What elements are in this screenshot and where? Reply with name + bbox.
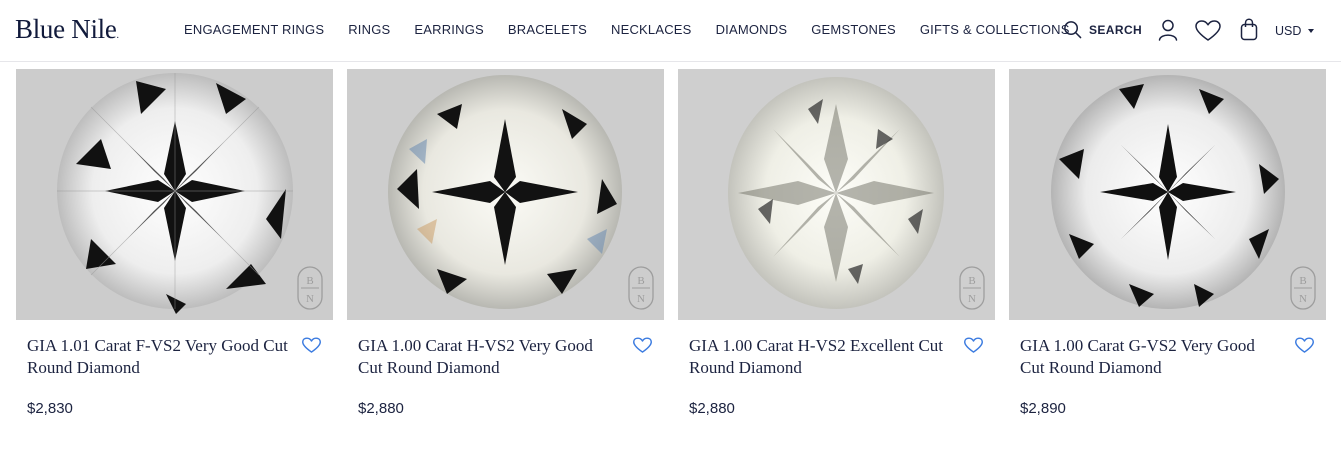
nav-item-diamonds[interactable]: DIAMONDS — [716, 22, 788, 37]
product-image[interactable]: B N — [16, 69, 333, 320]
brand-logo-text: Blue Nile — [15, 14, 117, 44]
search-label: SEARCH — [1089, 22, 1143, 37]
heart-icon[interactable] — [1295, 337, 1314, 354]
svg-text:N: N — [637, 293, 645, 305]
nav-item-earrings[interactable]: EARRINGS — [414, 22, 484, 37]
product-card[interactable]: B N GIA 1.00 Carat G-VS2 Very Good Cut R… — [1009, 69, 1326, 429]
svg-text:N: N — [306, 293, 314, 305]
currency-label: USD — [1275, 24, 1302, 38]
svg-text:N: N — [1299, 293, 1307, 305]
search-icon — [1064, 21, 1082, 39]
account-icon[interactable] — [1158, 19, 1178, 41]
product-title[interactable]: GIA 1.00 Carat H-VS2 Excellent Cut Round… — [689, 335, 951, 379]
nav-item-engagement-rings[interactable]: ENGAGEMENT RINGS — [184, 22, 324, 37]
wishlist-icon[interactable] — [1195, 20, 1221, 42]
nav-item-gemstones[interactable]: GEMSTONES — [811, 22, 896, 37]
main-nav: ENGAGEMENT RINGS RINGS EARRINGS BRACELET… — [184, 22, 1094, 37]
header-utilities: SEARCH USD — [1051, 0, 1341, 62]
nav-item-rings[interactable]: RINGS — [348, 22, 390, 37]
diamond-image: B N — [16, 69, 333, 320]
product-title[interactable]: GIA 1.00 Carat G-VS2 Very Good Cut Round… — [1020, 335, 1282, 379]
product-card[interactable]: B N GIA 1.01 Carat F-VS2 Very Good Cut R… — [16, 69, 333, 429]
nav-item-bracelets[interactable]: BRACELETS — [508, 22, 587, 37]
diamond-image: B N — [1009, 69, 1326, 320]
product-price: $2,830 — [27, 400, 73, 417]
svg-text:B: B — [637, 275, 644, 287]
heart-icon[interactable] — [633, 337, 652, 354]
product-price: $2,880 — [689, 400, 735, 417]
product-image[interactable]: B N — [1009, 69, 1326, 320]
product-title[interactable]: GIA 1.01 Carat F-VS2 Very Good Cut Round… — [27, 335, 289, 379]
product-image[interactable]: B N — [347, 69, 664, 320]
nav-item-necklaces[interactable]: NECKLACES — [611, 22, 692, 37]
product-card[interactable]: B N GIA 1.00 Carat H-VS2 Excellent Cut R… — [678, 69, 995, 429]
svg-text:B: B — [968, 275, 975, 287]
search-button[interactable]: SEARCH — [1063, 20, 1142, 39]
svg-text:B: B — [1299, 275, 1306, 287]
diamond-image: B N — [678, 69, 995, 320]
diamond-image: B N — [347, 69, 664, 320]
product-image[interactable]: B N — [678, 69, 995, 320]
product-title[interactable]: GIA 1.00 Carat H-VS2 Very Good Cut Round… — [358, 335, 620, 379]
chevron-down-icon — [1308, 29, 1315, 33]
bag-icon[interactable] — [1240, 18, 1258, 41]
product-price: $2,890 — [1020, 400, 1066, 417]
brand-logo[interactable]: Blue Nile. — [15, 14, 119, 45]
site-header: Blue Nile. ENGAGEMENT RINGS RINGS EARRIN… — [0, 0, 1341, 62]
heart-icon[interactable] — [302, 337, 321, 354]
currency-selector[interactable]: USD — [1275, 24, 1315, 38]
nav-item-gifts-collections[interactable]: GIFTS & COLLECTIONS — [920, 22, 1070, 37]
svg-text:B: B — [306, 275, 313, 287]
heart-icon[interactable] — [964, 337, 983, 354]
product-price: $2,880 — [358, 400, 404, 417]
svg-text:N: N — [968, 293, 976, 305]
product-card[interactable]: B N GIA 1.00 Carat H-VS2 Very Good Cut R… — [347, 69, 664, 429]
